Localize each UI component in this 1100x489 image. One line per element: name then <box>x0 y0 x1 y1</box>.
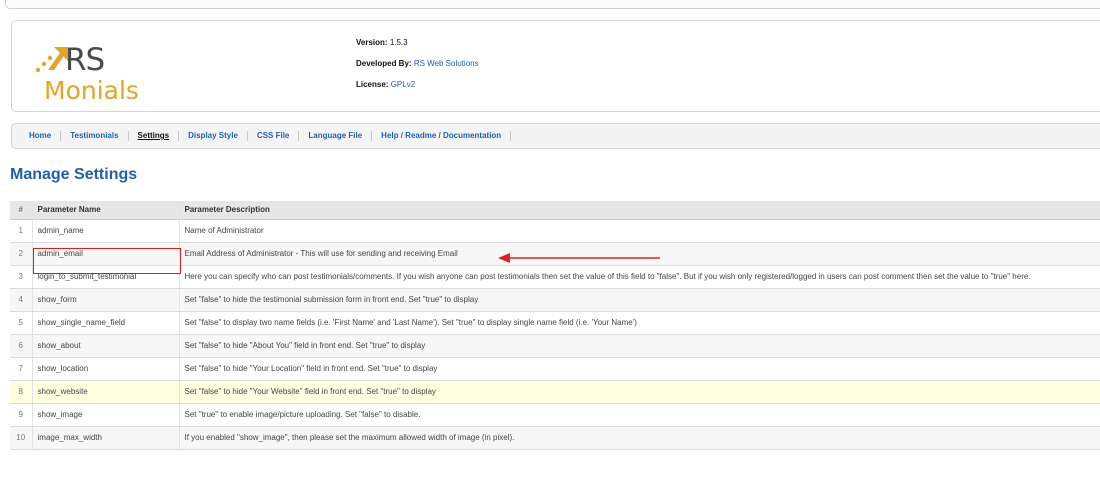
row-num: 2 <box>10 242 32 266</box>
license-label: License: <box>356 80 389 89</box>
annotation-highlight-box <box>33 248 181 274</box>
developer-line: Developed By: RS Web Solutions <box>356 53 479 74</box>
logo-text-monials: Monials <box>44 76 139 105</box>
param-desc: Here you can specify who can post testim… <box>178 265 1100 289</box>
rsmonials-logo: RS Monials <box>27 36 139 106</box>
col-header-name: Parameter Name <box>31 201 179 220</box>
tab-language-file[interactable]: Language File <box>299 131 373 141</box>
row-num: 7 <box>10 357 32 381</box>
col-header-num: # <box>10 201 32 220</box>
plugin-header: RS Monials Version: 1.5.3 Developed By: … <box>11 20 1100 112</box>
table-row: 7 show_location Set "false" to hide "You… <box>10 357 1100 381</box>
table-row: 9 show_image Set "true" to enable image/… <box>10 403 1100 427</box>
param-name: show_website <box>31 380 179 404</box>
developer-label: Developed By: <box>356 59 412 68</box>
logo-arrow-icon <box>35 47 68 73</box>
param-name: image_max_width <box>31 426 179 450</box>
table-header-row: # Parameter Name Parameter Description <box>10 201 1100 220</box>
settings-table: # Parameter Name Parameter Description 1… <box>10 201 1100 450</box>
param-name: show_image <box>31 403 179 427</box>
param-desc: If you enabled "show_image", then please… <box>178 426 1100 450</box>
logo-text-rs: RS <box>65 42 105 78</box>
top-strip <box>5 0 1100 9</box>
table-row: 6 show_about Set "false" to hide "About … <box>10 334 1100 358</box>
row-num: 1 <box>10 219 32 243</box>
param-name: show_single_name_field <box>31 311 179 335</box>
table-row: 1 admin_name Name of Administrator <box>10 219 1100 243</box>
tab-settings[interactable]: Settings <box>129 131 180 141</box>
tab-testimonials[interactable]: Testimonials <box>61 131 129 141</box>
version-line: Version: 1.5.3 <box>356 32 479 53</box>
page-title: Manage Settings <box>10 166 138 183</box>
version-label: Version: <box>356 38 388 47</box>
row-num: 4 <box>10 288 32 312</box>
row-num: 10 <box>10 426 32 450</box>
license-link[interactable]: GPLv2 <box>391 80 415 89</box>
table-row: 10 image_max_width If you enabled "show_… <box>10 426 1100 450</box>
table-row-highlighted: 8 show_website Set "false" to hide "Your… <box>10 380 1100 404</box>
param-desc: Set "false" to hide the testimonial subm… <box>178 288 1100 312</box>
tab-display-style[interactable]: Display Style <box>179 131 248 141</box>
tab-css-file[interactable]: CSS File <box>248 131 300 141</box>
plugin-info: Version: 1.5.3 Developed By: RS Web Solu… <box>356 32 479 95</box>
param-desc: Set "false" to display two name fields (… <box>178 311 1100 335</box>
annotation-arrow-icon <box>498 253 660 263</box>
tab-home[interactable]: Home <box>20 131 62 141</box>
param-desc: Set "true" to enable image/picture uploa… <box>178 403 1100 427</box>
param-desc: Name of Administrator <box>178 219 1100 243</box>
row-num: 6 <box>10 334 32 358</box>
row-num: 3 <box>10 265 32 289</box>
param-name: show_about <box>31 334 179 358</box>
col-header-desc: Parameter Description <box>178 201 1100 220</box>
param-name: show_form <box>31 288 179 312</box>
row-num: 9 <box>10 403 32 427</box>
param-desc: Set "false" to hide "Your Location" fiel… <box>178 357 1100 381</box>
table-row: 4 show_form Set "false" to hide the test… <box>10 288 1100 312</box>
row-num: 8 <box>10 380 32 404</box>
table-row: 5 show_single_name_field Set "false" to … <box>10 311 1100 335</box>
developer-link[interactable]: RS Web Solutions <box>414 59 479 68</box>
version-value: 1.5.3 <box>389 38 408 47</box>
tab-help[interactable]: Help / Readme / Documentation <box>372 131 512 141</box>
plugin-nav: Home Testimonials Settings Display Style… <box>11 123 1100 149</box>
param-desc: Set "false" to hide "About You" field in… <box>178 334 1100 358</box>
row-num: 5 <box>10 311 32 335</box>
license-line: License: GPLv2 <box>356 74 479 95</box>
param-name: show_location <box>31 357 179 381</box>
param-name: admin_name <box>31 219 179 243</box>
param-desc: Set "false" to hide "Your Website" field… <box>178 380 1100 404</box>
